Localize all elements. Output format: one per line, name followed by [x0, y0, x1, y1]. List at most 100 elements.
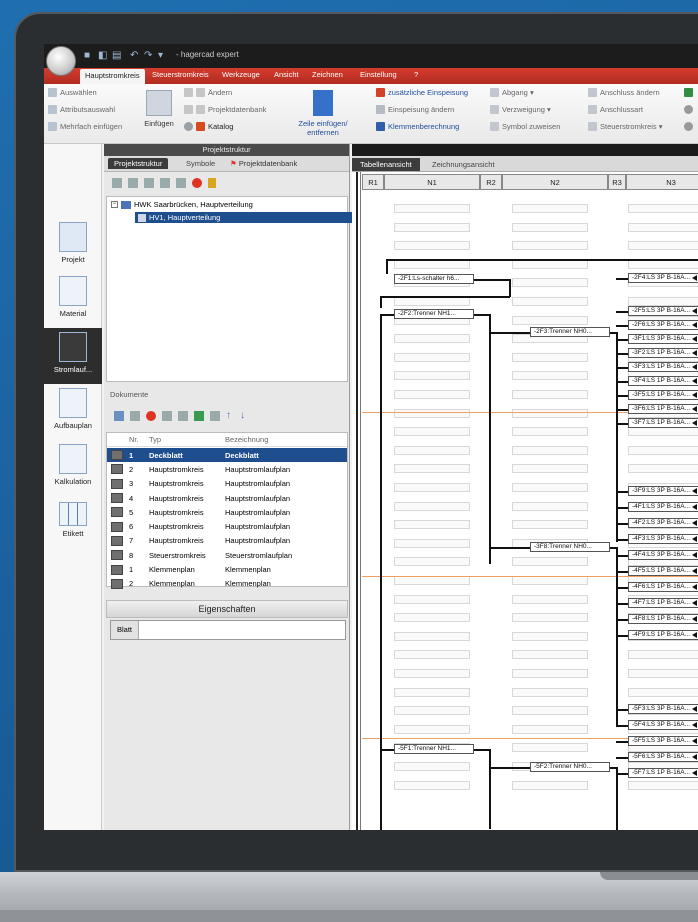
redo-icon[interactable]: ↷ [144, 50, 152, 61]
document-row[interactable]: 8 Steuerstromkreis Steuerstromlaufplan [107, 548, 347, 562]
column-r2[interactable]: R2 [480, 174, 502, 190]
component-5f1[interactable]: -5F1:Trenner NH1... [394, 744, 474, 754]
empty-cell[interactable] [512, 613, 588, 623]
document-row[interactable]: 2 Klemmenplan Klemmenplan [107, 577, 347, 591]
anschlussart-button[interactable]: Anschlussart [588, 105, 643, 114]
collapse-icon[interactable]: − [111, 201, 118, 208]
document-row[interactable]: 2 Hauptstromkreis Hauptstromlaufplan [107, 462, 347, 476]
empty-cell[interactable] [512, 445, 588, 455]
extra-tool-2[interactable] [684, 105, 693, 114]
component-2f3[interactable]: -2F3:Trenner NH0... [530, 327, 610, 337]
empty-cell[interactable] [394, 334, 470, 344]
attributsauswahl-button[interactable]: Attributsauswahl [48, 105, 115, 114]
empty-cell[interactable] [512, 427, 588, 437]
empty-cell[interactable] [512, 501, 588, 511]
component-n3-breaker[interactable]: -2F6:LS 3P B-16A... [628, 320, 698, 330]
component-5f2[interactable]: -5F2:Trenner NH0... [530, 762, 610, 772]
component-n3-breaker[interactable]: -3F3:LS 1P B-16A... [628, 362, 698, 372]
home-icon[interactable] [112, 178, 122, 188]
extra-tool-3[interactable] [684, 122, 693, 131]
empty-cell[interactable] [394, 594, 470, 604]
empty-cell[interactable] [394, 297, 470, 306]
empty-cell[interactable] [628, 259, 698, 269]
document-row[interactable]: 7 Hauptstromkreis Hauptstromlaufplan [107, 534, 347, 548]
column-bezeichnung[interactable]: Bezeichnung [225, 435, 268, 444]
edit-node-icon[interactable] [144, 178, 154, 188]
arrow-down-icon[interactable]: ↓ [240, 410, 245, 421]
empty-cell[interactable] [512, 687, 588, 697]
steuerstromkreis-dropdown[interactable]: Steuerstromkreis ▾ [588, 122, 663, 131]
empty-cell[interactable] [394, 538, 470, 548]
nav-material[interactable]: Material [44, 276, 102, 318]
delete-icon[interactable] [192, 178, 202, 188]
tab-zeichnungsansicht[interactable]: Zeichnungsansicht [424, 158, 503, 171]
empty-cell[interactable] [512, 259, 588, 269]
empty-cell[interactable] [394, 520, 470, 530]
empty-cell[interactable] [394, 390, 470, 399]
empty-cell[interactable] [394, 706, 470, 716]
empty-cell[interactable] [394, 724, 470, 734]
open-icon[interactable]: ▤ [112, 50, 121, 61]
export-icon[interactable] [194, 411, 204, 421]
empty-cell[interactable] [394, 687, 470, 697]
empty-cell[interactable] [512, 315, 588, 325]
component-n3-breaker[interactable]: -4F1:LS 3P B-16A... [628, 502, 698, 512]
arrow-up-icon[interactable]: ↑ [226, 410, 231, 421]
delete-document-icon[interactable] [146, 411, 156, 421]
save-icon[interactable]: ■ [84, 50, 90, 61]
component-n3-breaker[interactable]: -5F5:LS 3P B-16A... [628, 736, 698, 746]
empty-cell[interactable] [394, 464, 470, 474]
component-n3-breaker[interactable]: -4F3:LS 3P B-16A... [628, 534, 698, 544]
empty-cell[interactable] [512, 297, 588, 306]
tab-werkzeuge[interactable]: Werkzeuge [222, 70, 260, 79]
tree-node-project[interactable]: − HWK Saarbrücken, Hauptverteilung [111, 200, 253, 209]
component-n3-breaker[interactable]: -4F2:LS 3P B-16A... [628, 518, 698, 528]
empty-cell[interactable] [628, 204, 698, 213]
mehrfach-einfuegen-button[interactable]: Mehrfach einfügen [48, 122, 122, 131]
empty-cell[interactable] [628, 650, 698, 660]
empty-cell[interactable] [628, 669, 698, 678]
quick-access-dropdown-icon[interactable]: ▾ [158, 50, 163, 61]
empty-cell[interactable] [394, 780, 470, 790]
document-row[interactable]: 1 Deckblatt Deckblatt [107, 448, 347, 463]
empty-cell[interactable] [394, 501, 470, 511]
component-n3-breaker[interactable]: -3F5:LS 1P B-16A... [628, 390, 698, 400]
empty-cell[interactable] [512, 631, 588, 641]
tab-steuerstromkreis[interactable]: Steuerstromkreis [152, 70, 209, 79]
component-n3-breaker[interactable]: -4F4:LS 3P B-16A... [628, 550, 698, 560]
component-n3-breaker[interactable]: -3F6:LS 1P B-16A... [628, 404, 698, 414]
component-3f8[interactable]: -3F8:Trenner NH0... [530, 542, 610, 552]
component-n3-breaker[interactable]: -3F9:LS 3P B-16A... [628, 486, 698, 496]
nav-etikett[interactable]: Etikett [44, 502, 102, 538]
paste-node-icon[interactable] [176, 178, 186, 188]
tab-zeichnen[interactable]: Zeichnen [312, 70, 343, 79]
tab-projektstruktur[interactable]: Projektstruktur [108, 158, 169, 169]
nav-aufbauplan[interactable]: Aufbauplan [44, 388, 102, 430]
empty-cell[interactable] [394, 222, 470, 232]
component-n3-breaker[interactable]: -3F4:LS 1P B-16A... [628, 376, 698, 386]
anschluss-aendern-button[interactable]: Anschluss ändern [588, 88, 660, 97]
new-node-icon[interactable] [128, 178, 138, 188]
component-n3-breaker[interactable]: -4F7:LS 1P B-16A... [628, 598, 698, 608]
empty-cell[interactable] [512, 483, 588, 492]
tab-tabellenansicht[interactable]: Tabellenansicht [352, 158, 420, 171]
empty-cell[interactable] [512, 278, 588, 288]
copy-node-icon[interactable] [160, 178, 170, 188]
empty-cell[interactable] [512, 222, 588, 232]
column-r3[interactable]: R3 [608, 174, 626, 190]
empty-cell[interactable] [512, 390, 588, 399]
empty-cell[interactable] [394, 445, 470, 455]
empty-cell[interactable] [512, 724, 588, 734]
application-menu-button[interactable] [46, 46, 76, 76]
empty-cell[interactable] [394, 371, 470, 381]
empty-cell[interactable] [628, 687, 698, 697]
aendern-button[interactable]: Ändern [184, 88, 232, 97]
zusaetzliche-einspeisung-button[interactable]: zusätzliche Einspeisung [376, 88, 468, 97]
empty-cell[interactable] [512, 371, 588, 381]
empty-cell[interactable] [394, 241, 470, 251]
nav-kalkulation[interactable]: Kalkulation [44, 444, 102, 486]
column-n2[interactable]: N2 [502, 174, 608, 190]
empty-cell[interactable] [394, 408, 470, 418]
empty-cell[interactable] [394, 427, 470, 437]
empty-cell[interactable] [628, 780, 698, 790]
